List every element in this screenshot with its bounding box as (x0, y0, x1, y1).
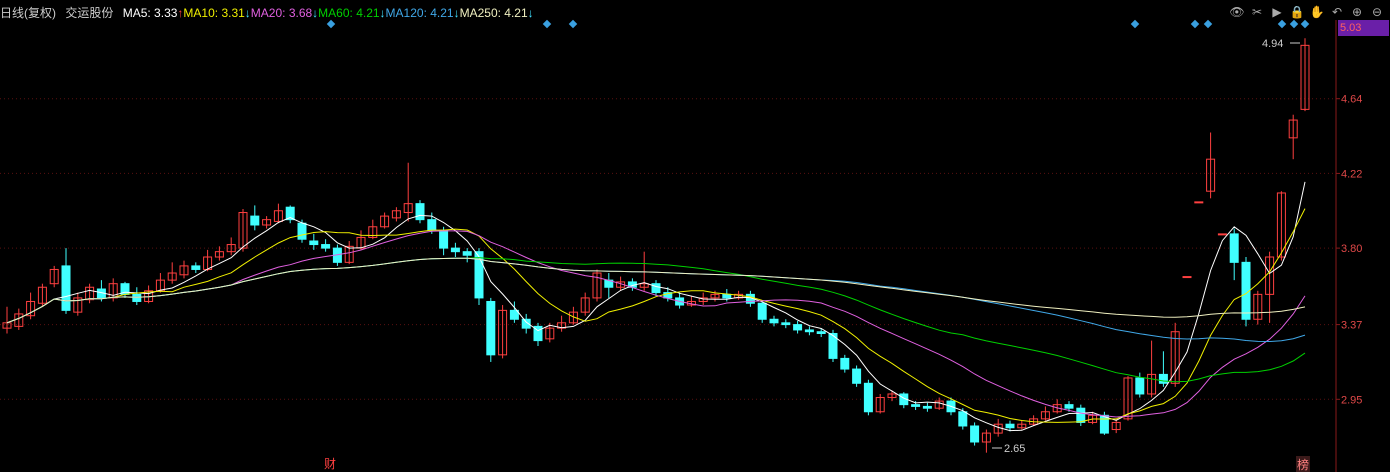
current-price-box: 5.03 (1338, 20, 1389, 36)
price-tick-label: 3.80 (1341, 243, 1362, 255)
candle-down (1076, 407, 1086, 423)
event-marker (1130, 19, 1140, 29)
candle-down (816, 331, 826, 334)
candle-down (309, 240, 319, 246)
candle-up (1217, 233, 1227, 236)
candle-down (863, 382, 873, 413)
candle-down (793, 324, 803, 331)
candle-down (911, 404, 921, 407)
low-price-label: 2.65 (1004, 443, 1025, 455)
candle-down (450, 247, 460, 253)
candle-down (1158, 373, 1168, 384)
ma5-line (6, 181, 1306, 432)
price-tick-label: 2.95 (1341, 394, 1362, 406)
event-marker (1289, 19, 1299, 29)
candle-down (958, 411, 968, 427)
candle-down (970, 425, 980, 443)
candle-down (321, 244, 331, 249)
price-tick-label: 3.37 (1341, 320, 1362, 332)
candle-down (1135, 377, 1145, 395)
candle-down (297, 222, 307, 240)
candle-down (722, 293, 732, 299)
ma20-line (6, 230, 1306, 418)
candle-down (1229, 233, 1239, 263)
candle-down (132, 293, 142, 302)
ma10-line (6, 208, 1306, 423)
candle-down (1005, 423, 1015, 429)
candle-down (191, 265, 201, 270)
event-marker (1203, 19, 1213, 29)
high-price-label: 4.94 (1262, 38, 1283, 50)
candle-down (757, 302, 767, 320)
price-tick-label: 4.22 (1341, 168, 1362, 180)
candle-down (439, 229, 449, 249)
event-marker (1300, 19, 1310, 29)
event-marker (326, 19, 336, 29)
candle-down (61, 265, 71, 311)
candle-down (922, 405, 932, 409)
event-marker (542, 19, 552, 29)
bottom-marker-finance: 财 (324, 457, 336, 471)
candle-down (462, 251, 472, 256)
candle-down (415, 203, 425, 221)
candle-down (250, 215, 260, 226)
ma60-line (6, 257, 1306, 383)
candle-up (1182, 276, 1192, 279)
candle-down (651, 283, 661, 294)
event-marker (1190, 19, 1200, 29)
candle-down (804, 329, 814, 333)
price-tick-label: 4.64 (1341, 94, 1362, 106)
candle-down (486, 300, 496, 356)
candle-down (840, 357, 850, 370)
event-marker (568, 19, 578, 29)
event-marker (1277, 19, 1287, 29)
candlestick-chart[interactable]: 4.64 4.22 3.80 3.37 2.95 4.94 2.65 财 榜 (0, 0, 1390, 472)
candle-down (1064, 404, 1074, 409)
candle-down (852, 368, 862, 384)
candle-up (1194, 201, 1204, 204)
bottom-marker-list: 榜 (1297, 457, 1309, 472)
candle-down (769, 318, 779, 324)
candle-down (781, 322, 791, 326)
candle-down (427, 219, 437, 231)
ma120-line (6, 257, 1306, 343)
